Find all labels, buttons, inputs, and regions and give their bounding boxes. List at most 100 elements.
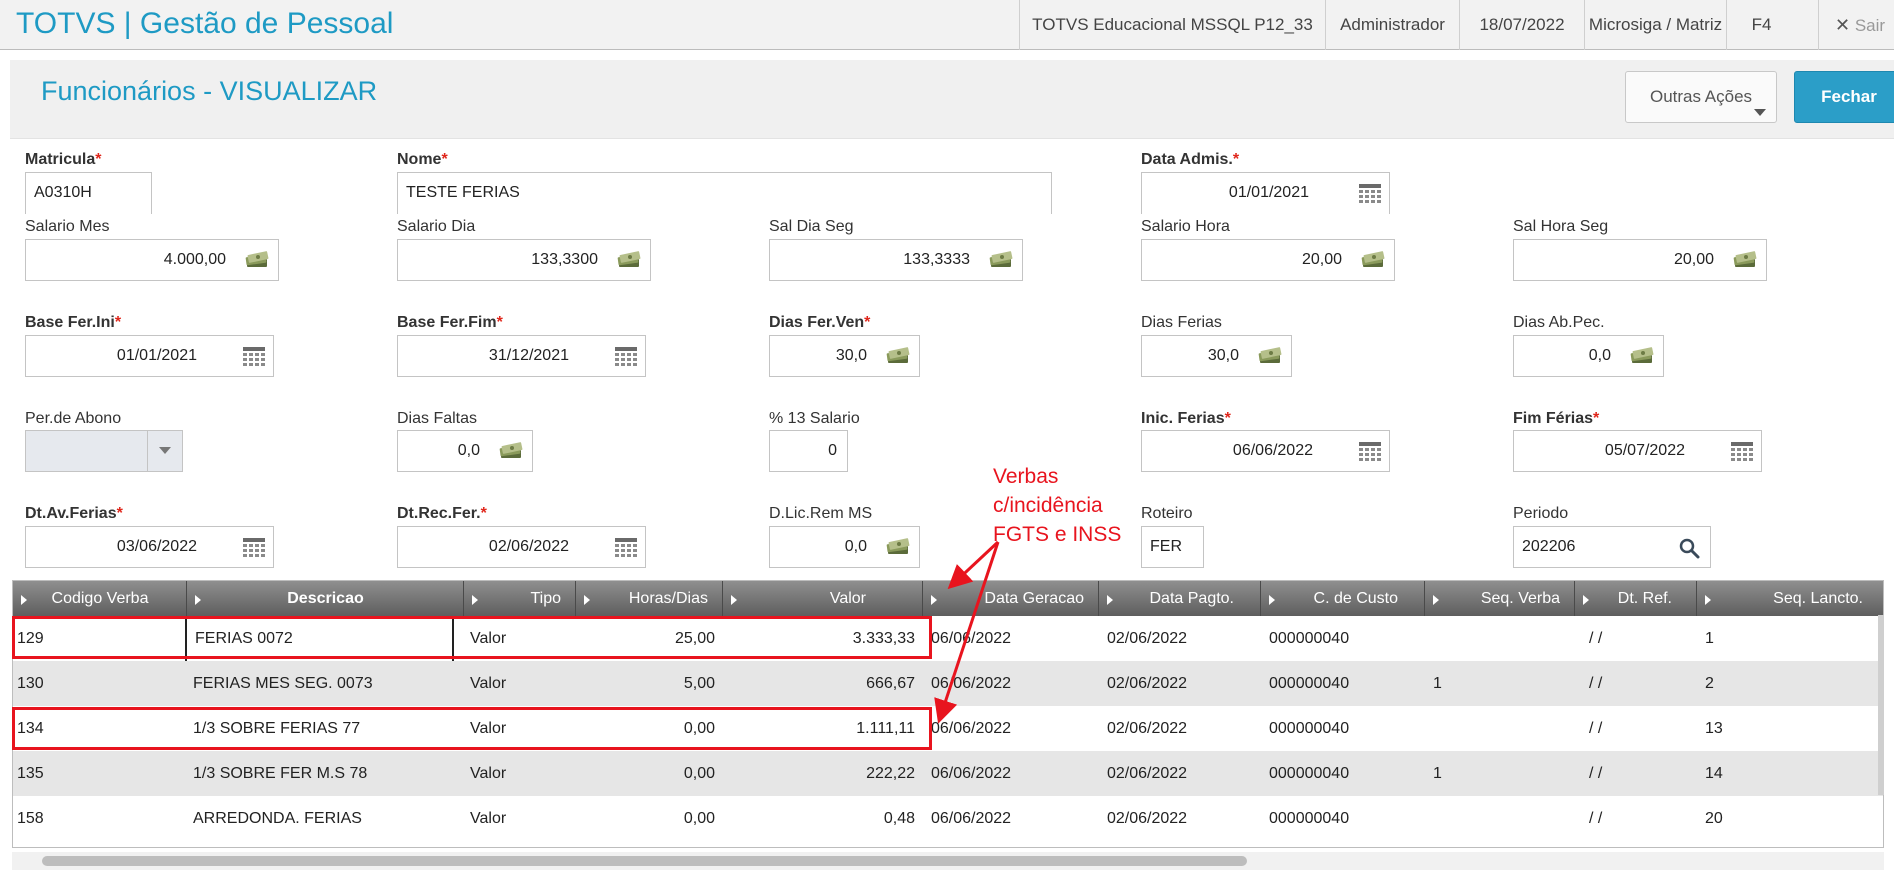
sort-arrow-icon <box>472 595 478 605</box>
calendar-icon[interactable] <box>615 538 637 558</box>
dt-rec-fer-field[interactable]: 02/06/2022 <box>397 526 646 568</box>
cell-descricao: FERIAS MES SEG. 0073 <box>193 675 373 692</box>
calendar-icon[interactable] <box>615 347 637 367</box>
col-centro-custo[interactable]: C. de Custo <box>1261 581 1425 616</box>
annotation-line: FGTS e INSS <box>993 523 1122 546</box>
close-button[interactable]: Fechar <box>1794 71 1894 123</box>
calendar-icon[interactable] <box>1359 442 1381 462</box>
money-stack-icon[interactable] <box>988 251 1014 269</box>
sort-arrow-icon <box>1583 595 1589 605</box>
cell-horas: 5,00 <box>683 675 715 692</box>
data-admis-field[interactable]: 01/01/2021 <box>1141 172 1390 214</box>
annotation-line: Verbas <box>993 465 1059 488</box>
roteiro-label: Roteiro <box>1141 505 1193 522</box>
money-stack-icon[interactable] <box>244 251 270 269</box>
vertical-scrollbar[interactable] <box>1878 615 1884 795</box>
dias-fer-ven-field[interactable]: 30,0 <box>769 335 920 377</box>
chevron-down-icon[interactable] <box>147 431 182 471</box>
cell-valor: 666,67 <box>866 675 915 692</box>
money-stack-icon[interactable] <box>616 251 642 269</box>
dias-ab-pec-field[interactable]: 0,0 <box>1513 335 1664 377</box>
money-stack-icon[interactable] <box>1732 251 1758 269</box>
salario-mes-label: Salario Mes <box>25 218 110 235</box>
salario-dia-field[interactable]: 133,3300 <box>397 239 651 281</box>
search-icon[interactable] <box>1678 537 1700 559</box>
date-info: 18/07/2022 <box>1459 0 1584 50</box>
col-data-geracao[interactable]: Data Geracao <box>923 581 1099 616</box>
dias-ferias-field[interactable]: 30,0 <box>1141 335 1292 377</box>
money-stack-icon[interactable] <box>1257 347 1283 365</box>
dias-faltas-field[interactable]: 0,0 <box>397 430 533 472</box>
cell-horas: 0,00 <box>683 810 715 827</box>
col-descricao[interactable]: Descricao <box>187 581 464 616</box>
horizontal-scrollbar-thumb[interactable] <box>42 856 1247 866</box>
data-admis-label: Data Admis.* <box>1141 151 1240 168</box>
base-fer-ini-field[interactable]: 01/01/2021 <box>25 335 274 377</box>
money-stack-icon[interactable] <box>885 538 911 556</box>
sal-dia-seg-label: Sal Dia Seg <box>769 218 854 235</box>
calendar-icon[interactable] <box>243 347 265 367</box>
col-seq-verba[interactable]: Seq. Verba <box>1425 581 1575 616</box>
money-stack-icon[interactable] <box>498 442 524 460</box>
other-actions-button[interactable]: Outras Ações <box>1625 71 1777 123</box>
cell-tipo: Valor <box>470 675 507 692</box>
cell-seq-verba <box>1433 796 1563 841</box>
table-row[interactable]: 135 1/3 SOBRE FER M.S 78 Valor 0,00 222,22 06… <box>13 751 1883 796</box>
periodo-field[interactable]: 202206 <box>1513 526 1711 568</box>
cell-data-geracao: 06/06/2022 <box>931 630 1012 647</box>
environment-info: TOTVS Educacional MSSQL P12_33 <box>1019 0 1325 50</box>
sal-hora-seg-field[interactable]: 20,00 <box>1513 239 1767 281</box>
cell-data-pagto: 02/06/2022 <box>1107 720 1188 737</box>
highlight-box-row-134 <box>12 707 932 750</box>
base-fer-fim-field[interactable]: 31/12/2021 <box>397 335 646 377</box>
calendar-icon[interactable] <box>243 538 265 558</box>
col-tipo[interactable]: Tipo <box>464 581 576 616</box>
d-lic-rem-ms-field[interactable]: 0,0 <box>769 526 920 568</box>
cell-data-pagto: 02/06/2022 <box>1107 630 1188 647</box>
col-horas-dias[interactable]: Horas/Dias <box>576 581 723 616</box>
pct-13-salario-field[interactable]: 0 <box>769 430 848 472</box>
col-data-pagto[interactable]: Data Pagto. <box>1099 581 1261 616</box>
calendar-icon[interactable] <box>1359 184 1381 204</box>
col-dt-ref[interactable]: Dt. Ref. <box>1575 581 1697 616</box>
money-stack-icon[interactable] <box>1629 347 1655 365</box>
shortcut-f4[interactable]: F4 <box>1726 0 1796 50</box>
salario-hora-field[interactable]: 20,00 <box>1141 239 1395 281</box>
col-valor[interactable]: Valor <box>723 581 923 616</box>
col-seq-lancto[interactable]: Seq. Lancto. <box>1697 581 1879 616</box>
per-de-abono-select[interactable] <box>25 430 183 472</box>
fim-ferias-field[interactable]: 05/07/2022 <box>1513 430 1762 472</box>
calendar-icon[interactable] <box>1731 442 1753 462</box>
exit-label: Sair <box>1854 16 1886 35</box>
dias-faltas-label: Dias Faltas <box>397 410 478 427</box>
col-codigo-verba[interactable]: Codigo Verba <box>13 581 187 616</box>
cell-custo: 000000040 <box>1269 765 1350 782</box>
cell-custo: 000000040 <box>1269 675 1350 692</box>
nome-field[interactable]: TESTE FERIAS <box>397 172 1052 214</box>
money-stack-icon[interactable] <box>885 347 911 365</box>
exit-button[interactable]: ✕ Sair <box>1818 0 1894 50</box>
roteiro-field[interactable]: FER <box>1141 526 1204 568</box>
grid-header: Codigo Verba Descricao Tipo Horas/Dias V… <box>13 581 1883 616</box>
dt-rec-fer-label: Dt.Rec.Fer.* <box>397 505 487 522</box>
table-row[interactable]: 158 ARREDONDA. FERIAS Valor 0,00 0,48 06/06/2… <box>13 796 1883 841</box>
salario-hora-label: Salario Hora <box>1141 218 1230 235</box>
money-stack-icon[interactable] <box>1360 251 1386 269</box>
close-icon: ✕ <box>1835 15 1851 35</box>
dias-fer-ven-label: Dias Fer.Ven* <box>769 314 871 331</box>
cell-descricao: 1/3 SOBRE FER M.S 78 <box>193 765 368 782</box>
dt-av-ferias-field[interactable]: 03/06/2022 <box>25 526 274 568</box>
salario-mes-field[interactable]: 4.000,00 <box>25 239 279 281</box>
branch-info: Microsiga / Matriz <box>1584 0 1726 50</box>
cell-seq-lancto: 2 <box>1705 675 1714 692</box>
sort-arrow-icon <box>584 595 590 605</box>
table-row[interactable]: 130 FERIAS MES SEG. 0073 Valor 5,00 666,67 06… <box>13 661 1883 706</box>
cell-seq-verba: 1 <box>1433 675 1442 692</box>
inic-ferias-field[interactable]: 06/06/2022 <box>1141 430 1390 472</box>
sort-arrow-icon <box>1433 595 1439 605</box>
sort-arrow-icon <box>1269 595 1275 605</box>
matricula-field[interactable]: A0310H <box>25 172 152 214</box>
sal-dia-seg-field[interactable]: 133,3333 <box>769 239 1023 281</box>
chevron-down-icon <box>1754 109 1766 116</box>
cell-custo: 000000040 <box>1269 810 1350 827</box>
